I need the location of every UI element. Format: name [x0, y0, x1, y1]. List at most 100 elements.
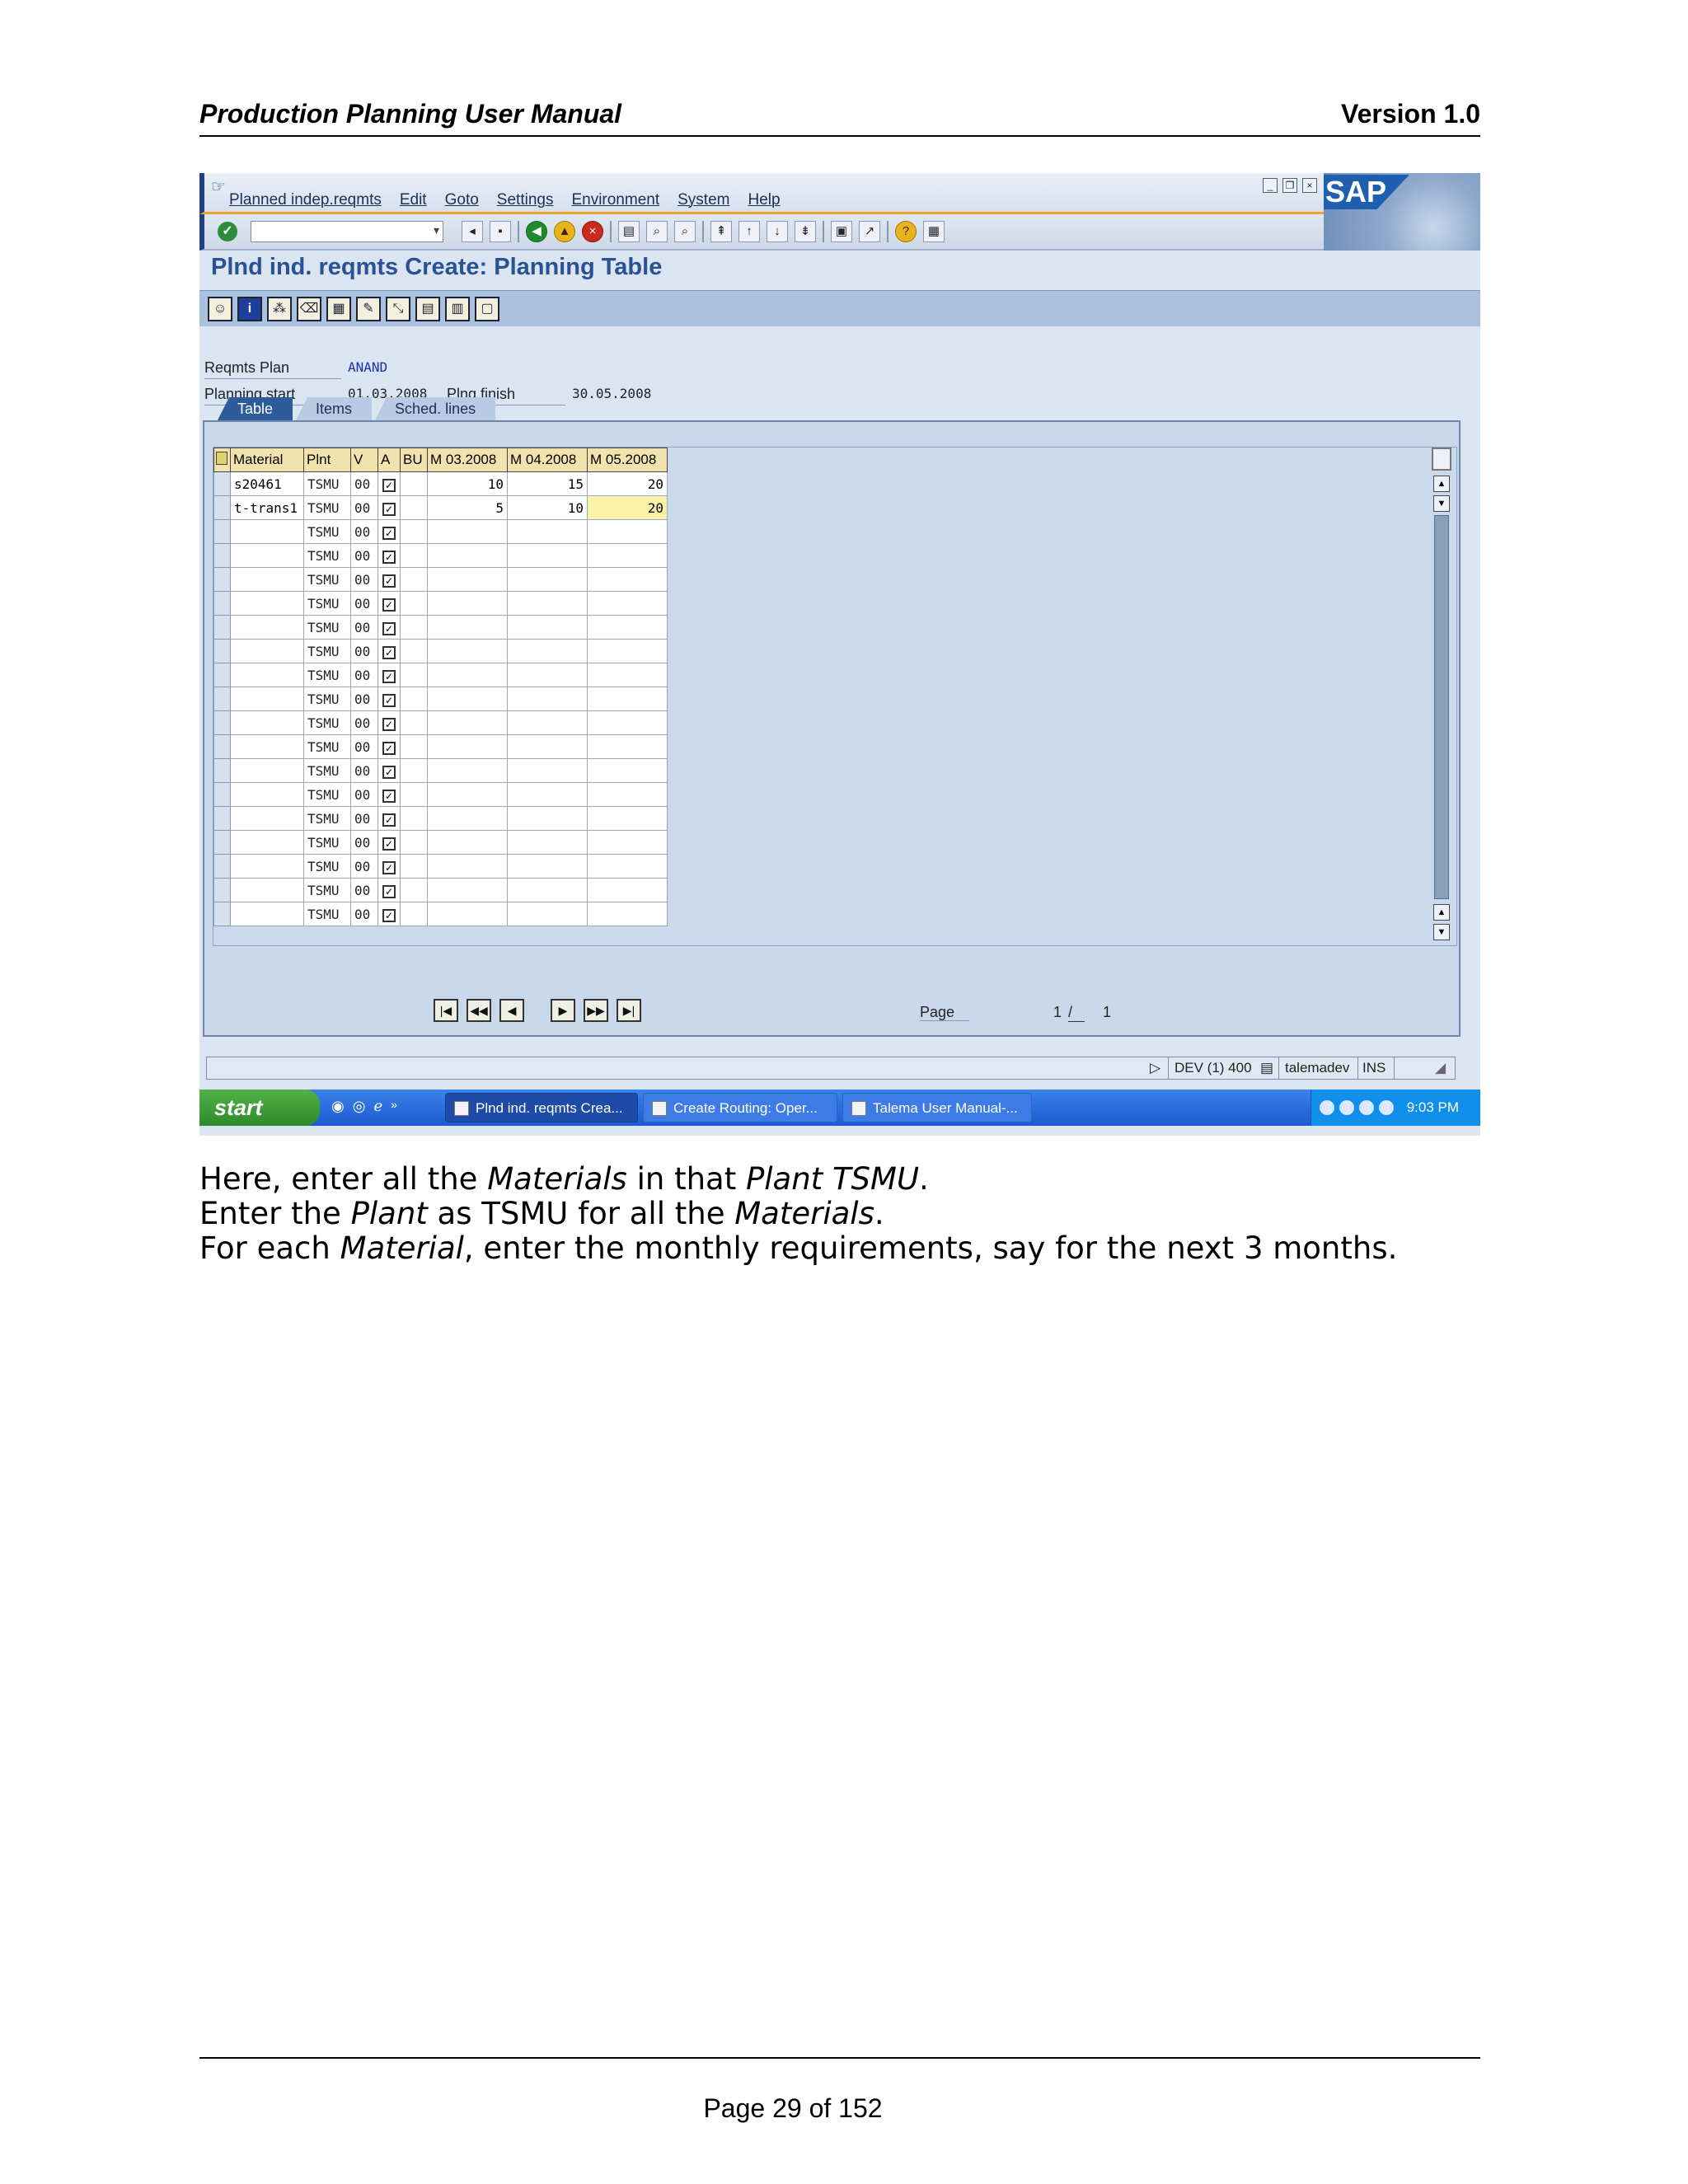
tab-table[interactable]: Table — [218, 397, 293, 420]
cell-m04-2008[interactable] — [507, 734, 588, 759]
cell-m04-2008[interactable] — [507, 902, 588, 926]
start-button[interactable]: start — [199, 1090, 320, 1126]
cell-plant[interactable]: TSMU — [303, 830, 351, 855]
cell-bu[interactable] — [400, 663, 428, 687]
active-checkbox-icon[interactable]: ✓ — [382, 526, 396, 540]
active-checkbox-icon[interactable]: ✓ — [382, 645, 396, 659]
cell-active[interactable]: ✓ — [377, 878, 401, 902]
menu-edit[interactable]: Edit — [400, 191, 427, 209]
command-history-icon[interactable]: ▾ — [434, 223, 439, 237]
cell-active[interactable]: ✓ — [377, 902, 401, 926]
cell-version[interactable]: 00 — [350, 830, 378, 855]
cell-bu[interactable] — [400, 758, 428, 783]
cell-bu[interactable] — [400, 639, 428, 663]
cell-version[interactable]: 00 — [350, 782, 378, 807]
scroll-page-down-icon[interactable]: ▼ — [1433, 495, 1450, 512]
exit-icon[interactable]: ▲ — [554, 221, 575, 242]
cell-m05-2008[interactable] — [587, 806, 668, 831]
scrollbar-thumb[interactable] — [1434, 515, 1449, 899]
cell-bu[interactable] — [400, 710, 428, 735]
cell-material[interactable] — [230, 734, 304, 759]
cell-plant[interactable]: TSMU — [303, 687, 351, 711]
cell-active[interactable]: ✓ — [377, 567, 401, 592]
cell-plant[interactable]: TSMU — [303, 782, 351, 807]
cell-m04-2008[interactable] — [507, 687, 588, 711]
cell-bu[interactable] — [400, 687, 428, 711]
cell-m04-2008[interactable]: 15 — [507, 471, 588, 496]
row-selector[interactable] — [213, 782, 231, 807]
new-session-icon[interactable]: ▣ — [831, 221, 852, 242]
cell-m05-2008[interactable]: 20 — [587, 495, 668, 520]
system-menu-icon[interactable]: ☞ — [211, 176, 226, 197]
cell-plant[interactable]: TSMU — [303, 567, 351, 592]
cell-m05-2008[interactable] — [587, 663, 668, 687]
cell-version[interactable]: 00 — [350, 710, 378, 735]
cell-m04-2008[interactable] — [507, 854, 588, 879]
cell-plant[interactable]: TSMU — [303, 710, 351, 735]
cell-plant[interactable]: TSMU — [303, 639, 351, 663]
tab-sched-lines[interactable]: Sched. lines — [375, 397, 496, 420]
taskbar-item-planning[interactable]: Plnd ind. reqmts Crea... — [445, 1093, 638, 1122]
row-selector[interactable] — [213, 830, 231, 855]
taskbar-item-routing[interactable]: Create Routing: Oper... — [643, 1093, 837, 1122]
tab-items[interactable]: Items — [296, 397, 373, 420]
cancel-icon[interactable]: × — [582, 221, 603, 242]
column-plant[interactable]: Plnt — [303, 448, 351, 472]
cell-active[interactable]: ✓ — [377, 591, 401, 616]
cell-active[interactable]: ✓ — [377, 758, 401, 783]
cell-m04-2008[interactable] — [507, 591, 588, 616]
cell-bu[interactable] — [400, 878, 428, 902]
cell-m04-2008[interactable] — [507, 615, 588, 640]
cell-plant[interactable]: TSMU — [303, 591, 351, 616]
cell-m04-2008[interactable] — [507, 878, 588, 902]
row-selector[interactable] — [213, 734, 231, 759]
cell-version[interactable]: 00 — [350, 639, 378, 663]
cell-m04-2008[interactable] — [507, 639, 588, 663]
tray-back-icon[interactable] — [1320, 1100, 1334, 1115]
status-system-list-icon[interactable]: ▤ — [1260, 1060, 1273, 1076]
menu-help[interactable]: Help — [748, 191, 780, 209]
active-checkbox-icon[interactable]: ✓ — [382, 717, 396, 731]
active-checkbox-icon[interactable]: ✓ — [382, 837, 396, 851]
column-version[interactable]: V — [350, 448, 378, 472]
last-page-icon[interactable]: ⇟ — [795, 221, 816, 242]
cell-material[interactable] — [230, 663, 304, 687]
previous-page-icon[interactable]: ↑ — [738, 221, 760, 242]
cell-m05-2008[interactable] — [587, 639, 668, 663]
cell-active[interactable]: ✓ — [377, 687, 401, 711]
next-button-icon[interactable]: ▶ — [551, 999, 575, 1022]
cell-material[interactable] — [230, 758, 304, 783]
cell-m05-2008[interactable] — [587, 519, 668, 544]
status-mode[interactable]: INS — [1362, 1060, 1386, 1076]
cell-m03-2008[interactable] — [427, 519, 508, 544]
cell-plant[interactable]: TSMU — [303, 615, 351, 640]
user-parameters-icon[interactable]: ☺ — [208, 297, 232, 321]
cell-m05-2008[interactable] — [587, 830, 668, 855]
row-selector[interactable] — [213, 495, 231, 520]
cell-active[interactable]: ✓ — [377, 734, 401, 759]
active-checkbox-icon[interactable]: ✓ — [382, 813, 396, 827]
back-icon[interactable]: ◀ — [526, 221, 547, 242]
cell-active[interactable]: ✓ — [377, 663, 401, 687]
cell-version[interactable]: 00 — [350, 687, 378, 711]
save-icon[interactable]: ▪ — [490, 221, 511, 242]
cell-m03-2008[interactable] — [427, 782, 508, 807]
cell-active[interactable]: ✓ — [377, 615, 401, 640]
menu-planned-indep-reqmts[interactable]: Planned indep.reqmts — [229, 191, 382, 209]
cell-bu[interactable] — [400, 806, 428, 831]
status-expand-icon[interactable]: ▷ — [1150, 1060, 1160, 1076]
cell-m05-2008[interactable] — [587, 710, 668, 735]
cell-bu[interactable] — [400, 591, 428, 616]
cell-m05-2008[interactable] — [587, 758, 668, 783]
print-icon[interactable]: ▤ — [618, 221, 640, 242]
resize-grip-icon[interactable]: ◢ — [1435, 1060, 1446, 1076]
cell-version[interactable]: 00 — [350, 543, 378, 568]
cell-material[interactable] — [230, 519, 304, 544]
hierarchy-icon[interactable]: ⁂ — [267, 297, 292, 321]
cell-material[interactable] — [230, 710, 304, 735]
cell-active[interactable]: ✓ — [377, 854, 401, 879]
close-icon[interactable]: × — [1302, 178, 1317, 193]
security-icon[interactable] — [1379, 1100, 1394, 1115]
messenger-icon[interactable] — [1359, 1100, 1374, 1115]
cell-material[interactable] — [230, 830, 304, 855]
